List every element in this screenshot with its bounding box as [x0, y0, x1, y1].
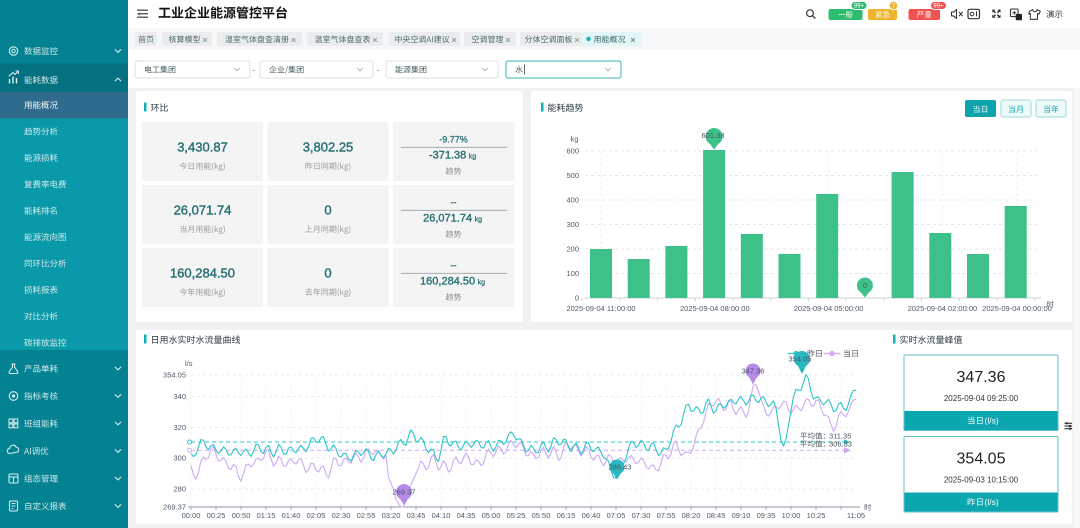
- svg-text:2025-09-04 00:00:00: 2025-09-04 00:00:00: [982, 304, 1052, 313]
- svg-text:100: 100: [566, 269, 579, 278]
- svg-text:320: 320: [173, 423, 186, 432]
- svg-text:99+: 99+: [933, 4, 944, 10]
- svg-text:08:45: 08:45: [707, 511, 726, 520]
- svg-text:04:10: 04:10: [432, 511, 451, 520]
- svg-text:10:00: 10:00: [782, 511, 801, 520]
- svg-text:l/s: l/s: [185, 359, 193, 368]
- svg-text:0: 0: [863, 281, 867, 290]
- svg-text:3,802.25: 3,802.25: [303, 140, 354, 155]
- svg-text:99+: 99+: [854, 4, 865, 10]
- svg-text:00:50: 00:50: [232, 511, 251, 520]
- svg-text:01:40: 01:40: [282, 511, 301, 520]
- svg-text:09:10: 09:10: [732, 511, 751, 520]
- svg-text:354.05: 354.05: [163, 371, 186, 380]
- svg-text:11:05: 11:05: [847, 511, 865, 520]
- svg-text:09:35: 09:35: [757, 511, 776, 520]
- svg-text:kg: kg: [478, 280, 486, 287]
- svg-text:400: 400: [566, 196, 579, 205]
- svg-text:kg: kg: [571, 135, 579, 144]
- svg-text:-: -: [252, 66, 255, 75]
- svg-text:-9.77%: -9.77%: [439, 135, 468, 145]
- svg-text:10:25: 10:25: [807, 511, 826, 520]
- svg-text:500: 500: [566, 171, 579, 180]
- svg-text:07:55: 07:55: [657, 511, 676, 520]
- svg-text:2025-09-04 08:00:00: 2025-09-04 08:00:00: [680, 304, 750, 313]
- svg-text:00:25: 00:25: [207, 511, 226, 520]
- svg-text:269.37: 269.37: [393, 488, 416, 497]
- svg-text:2025-09-03 10:15:00: 2025-09-03 10:15:00: [944, 476, 1019, 485]
- svg-text:05:00: 05:00: [482, 511, 501, 520]
- svg-text:300: 300: [566, 220, 579, 229]
- svg-text:280: 280: [173, 485, 186, 494]
- svg-text:0: 0: [324, 266, 331, 281]
- svg-text:26,071.74: 26,071.74: [423, 213, 472, 225]
- svg-text:347.36: 347.36: [742, 367, 765, 376]
- svg-text:0: 0: [575, 294, 579, 303]
- svg-text:286.43: 286.43: [609, 462, 632, 471]
- svg-text:2025-09-04 11:00:00: 2025-09-04 11:00:00: [566, 304, 635, 313]
- svg-text:--: --: [451, 261, 457, 271]
- svg-text:02:55: 02:55: [357, 511, 376, 520]
- svg-text:3,430.87: 3,430.87: [177, 140, 228, 155]
- svg-text:347.36: 347.36: [957, 369, 1006, 386]
- svg-text:08:20: 08:20: [682, 511, 701, 520]
- svg-text:2025-09-04 02:00:00: 2025-09-04 02:00:00: [908, 304, 978, 313]
- svg-text:06:15: 06:15: [557, 511, 576, 520]
- svg-text:07:30: 07:30: [632, 511, 651, 520]
- svg-text:03:45: 03:45: [407, 511, 426, 520]
- svg-text:340: 340: [173, 392, 186, 401]
- svg-text:601.38: 601.38: [702, 131, 725, 140]
- svg-text:160,284.50: 160,284.50: [170, 266, 235, 281]
- svg-text:-: -: [377, 66, 380, 75]
- svg-text:354.05: 354.05: [789, 355, 812, 364]
- svg-text:07:05: 07:05: [607, 511, 626, 520]
- svg-text:(l/s): (l/s): [985, 497, 999, 507]
- svg-text:300: 300: [173, 454, 186, 463]
- svg-text:306.33: 306.33: [829, 440, 852, 449]
- svg-text:01:15: 01:15: [257, 511, 276, 520]
- svg-text:354.05: 354.05: [957, 451, 1006, 468]
- svg-text:06:40: 06:40: [582, 511, 601, 520]
- svg-text:kg: kg: [475, 217, 483, 224]
- svg-text:600: 600: [566, 147, 579, 156]
- svg-text:02:30: 02:30: [332, 511, 351, 520]
- svg-text:04:35: 04:35: [457, 511, 476, 520]
- svg-text:05:50: 05:50: [532, 511, 551, 520]
- svg-text:-371.38: -371.38: [429, 150, 466, 162]
- svg-text:0: 0: [324, 203, 331, 218]
- svg-text:05:25: 05:25: [507, 511, 526, 520]
- svg-text:03:20: 03:20: [382, 511, 401, 520]
- svg-text:200: 200: [566, 245, 579, 254]
- svg-text:(l/s): (l/s): [985, 416, 999, 426]
- svg-text:02:05: 02:05: [307, 511, 326, 520]
- svg-text:160,284.50: 160,284.50: [420, 276, 475, 288]
- svg-text:--: --: [451, 198, 457, 208]
- svg-text:00:00: 00:00: [182, 511, 201, 520]
- svg-text:kg: kg: [469, 154, 477, 161]
- svg-text:26,071.74: 26,071.74: [174, 203, 232, 218]
- svg-text:2025-09-04 05:00:00: 2025-09-04 05:00:00: [794, 304, 864, 313]
- svg-text:2025-09-04 09:25:00: 2025-09-04 09:25:00: [944, 394, 1019, 403]
